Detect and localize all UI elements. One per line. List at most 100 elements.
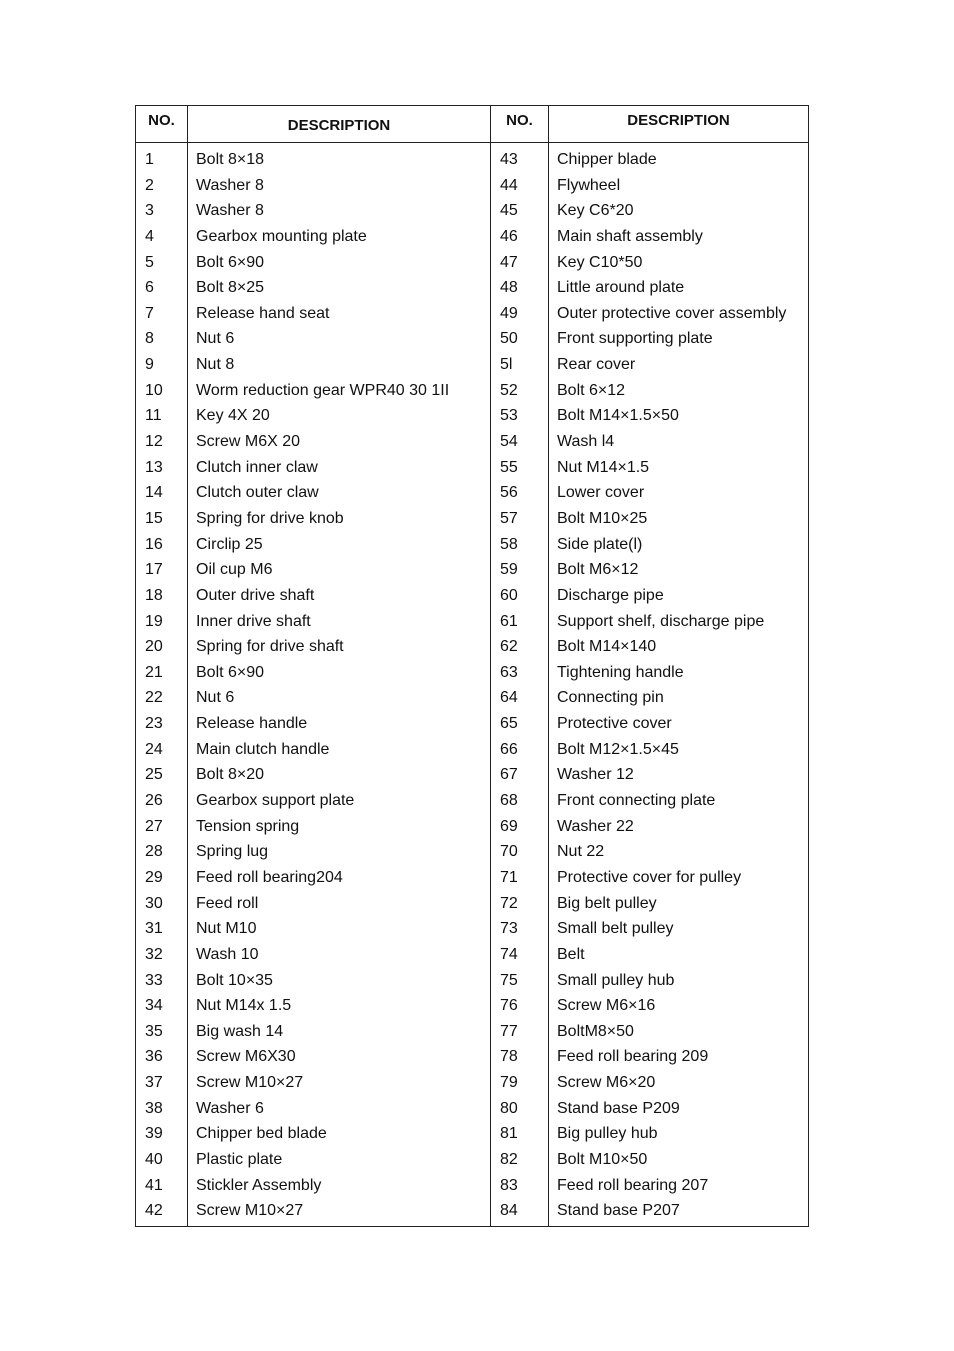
part-number-cell: 18	[145, 586, 163, 604]
part-description-cell: Bolt M6×12	[557, 561, 639, 579]
part-number-cell: 61	[500, 612, 518, 630]
part-number-cell: 52	[500, 381, 518, 399]
part-number-cell: 42	[145, 1202, 163, 1220]
part-description-cell: Washer 8	[196, 202, 264, 220]
part-description-cell: Clutch inner claw	[196, 458, 318, 476]
part-description-cell: Spring for drive shaft	[196, 638, 344, 656]
part-number-cell: 44	[500, 176, 518, 194]
part-description-cell: Bolt M14×140	[557, 638, 657, 656]
part-description-cell: Bolt 8×18	[196, 151, 265, 168]
part-description-cell: Gearbox support plate	[196, 792, 355, 810]
part-description-cell: Small belt pulley	[557, 920, 674, 938]
part-description-cell: Worm reduction gear WPR40 30 1II	[196, 381, 450, 399]
part-description-cell: Nut 6	[196, 330, 235, 348]
part-number-cell: 70	[500, 843, 518, 861]
part-description-cell: Key C10*50	[557, 253, 643, 271]
header-description-right: DESCRIPTION	[627, 112, 730, 129]
part-description-cell: Bolt M12×1.5×45	[557, 740, 679, 758]
part-description-cell: Washer 6	[196, 1099, 264, 1117]
part-number-cell: 79	[500, 1074, 518, 1092]
part-number-cell: 66	[500, 740, 518, 758]
part-number-cell: 75	[500, 971, 518, 989]
part-number-cell: 14	[145, 484, 163, 502]
part-number-cell: 37	[145, 1074, 163, 1092]
part-number-cell: 25	[145, 766, 163, 784]
part-description-cell: Bolt 6×12	[557, 381, 626, 399]
part-number-cell: 67	[500, 766, 518, 784]
part-number-cell: 22	[145, 689, 163, 707]
part-description-cell: Stand base P207	[557, 1202, 680, 1220]
part-number-cell: 20	[145, 638, 163, 656]
part-number-cell: 82	[500, 1150, 518, 1168]
part-description-cell: Chipper blade	[557, 151, 657, 168]
part-description-cell: Protective cover for pulley	[557, 868, 742, 886]
header-description-left: DESCRIPTION	[188, 106, 491, 142]
part-number-cell: 12	[145, 433, 163, 451]
part-description-cell: Tension spring	[196, 817, 300, 835]
part-description-cell: Clutch outer claw	[196, 484, 319, 502]
part-description-cell: Spring lug	[196, 843, 269, 861]
part-description-cell: Oil cup M6	[196, 561, 273, 579]
part-description-cell: Big pulley hub	[557, 1125, 658, 1143]
part-description-cell: Bolt 6×90	[196, 663, 265, 681]
part-description-cell: Feed roll bearing 209	[557, 1048, 709, 1066]
part-number-cell: 10	[145, 381, 163, 399]
part-description-cell: Screw M6×16	[557, 997, 656, 1015]
part-description-cell: Bolt 8×20	[196, 766, 265, 784]
part-number-cell: 31	[145, 920, 163, 938]
part-number-cell: 29	[145, 868, 163, 886]
part-description-cell: Bolt M10×25	[557, 509, 648, 527]
part-description-cell: Bolt 10×35	[196, 971, 273, 989]
part-number-cell: 41	[145, 1176, 163, 1194]
part-description-cell: Screw M10×27	[196, 1074, 304, 1092]
part-description-cell: Little around plate	[557, 279, 685, 297]
part-number-cell: 72	[500, 894, 518, 912]
part-description-cell: Chipper bed blade	[196, 1125, 327, 1143]
part-description-cell: Washer 12	[557, 766, 634, 784]
part-description-cell: BoltM8×50	[557, 1022, 634, 1040]
column-no-left: 1 2 3 4 5 6 7 8 9 10 11 12 13 14 15 16 17 18 19 20 21 22 23 24 2…	[136, 143, 188, 1226]
part-description-cell: Support shelf, discharge pipe	[557, 612, 765, 630]
part-description-cell: Screw M6X 20	[196, 433, 301, 451]
part-description-cell: Screw M6X30	[196, 1048, 296, 1066]
part-number-cell: 62	[500, 638, 518, 656]
part-description-cell: Nut M14x 1.5	[196, 997, 292, 1015]
table-header: NO. DESCRIPTION NO. DESCRIPTION	[136, 106, 808, 143]
part-number-cell: 5l	[500, 356, 513, 374]
part-number-cell: 6	[145, 279, 154, 297]
part-number-cell: 2	[145, 176, 154, 194]
part-number-cell: 53	[500, 407, 518, 425]
part-number-cell: 39	[145, 1125, 163, 1143]
part-description-cell: Bolt M14×1.5×50	[557, 407, 679, 425]
part-description-cell: Gearbox mounting plate	[196, 227, 367, 245]
part-description-cell: Feed roll bearing204	[196, 868, 343, 886]
part-number-cell: 43	[500, 151, 518, 168]
part-number-cell: 27	[145, 817, 163, 835]
part-number-cell: 47	[500, 253, 518, 271]
part-number-cell: 84	[500, 1202, 518, 1220]
part-number-cell: 15	[145, 509, 163, 527]
part-number-cell: 71	[500, 868, 518, 886]
part-description-cell: Big wash 14	[196, 1022, 284, 1040]
part-number-cell: 55	[500, 458, 518, 476]
part-number-cell: 63	[500, 663, 518, 681]
part-description-cell: Stand base P209	[557, 1099, 680, 1117]
part-description-cell: Feed roll bearing 207	[557, 1176, 709, 1194]
part-description-cell: Wash 10	[196, 945, 259, 963]
part-description-cell: Washer 8	[196, 176, 264, 194]
part-number-cell: 65	[500, 715, 518, 733]
part-number-cell: 83	[500, 1176, 518, 1194]
part-number-cell: 19	[145, 612, 163, 630]
part-number-cell: 9	[145, 356, 154, 374]
part-number-cell: 68	[500, 792, 518, 810]
part-description-cell: Big belt pulley	[557, 894, 657, 912]
part-description-cell: Nut 22	[557, 843, 605, 861]
part-number-cell: 46	[500, 227, 518, 245]
part-description-cell: Protective cover	[557, 715, 672, 733]
column-description-left: Bolt 8×18 Washer 8 Washer 8 Gearbox mountin…	[188, 143, 491, 1226]
part-description-cell: Tightening handle	[557, 663, 684, 681]
part-description-cell: Main shaft assembly	[557, 227, 703, 245]
part-description-cell: Lower cover	[557, 484, 645, 502]
part-description-cell: Stickler Assembly	[196, 1176, 322, 1194]
part-number-cell: 40	[145, 1150, 163, 1168]
